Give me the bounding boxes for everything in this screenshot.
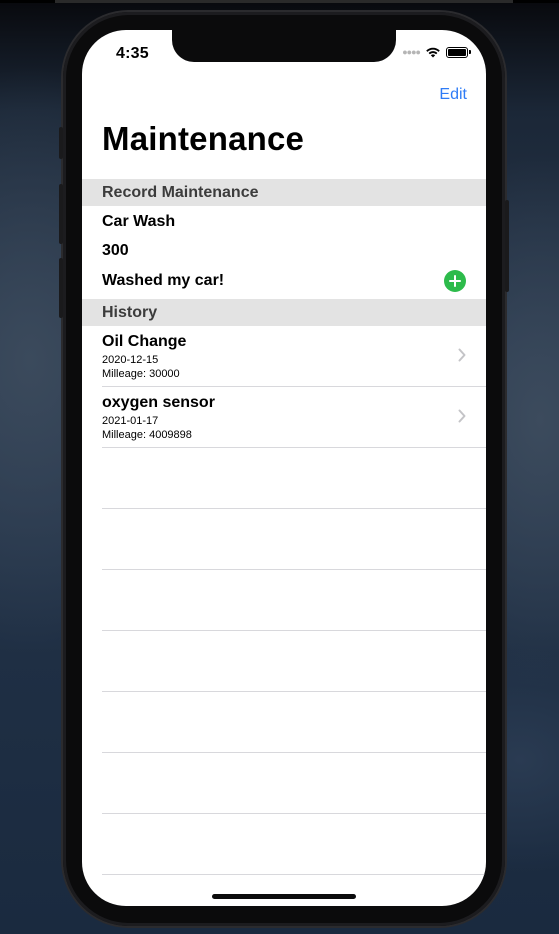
notes-field-row[interactable]: Washed my car! [102,267,466,295]
add-record-button[interactable] [444,270,466,292]
notch [172,30,396,62]
service-field[interactable]: Car Wash [102,213,175,231]
empty-row [102,570,486,631]
notes-field[interactable]: Washed my car! [102,272,224,290]
mute-switch [59,127,63,159]
edit-button[interactable]: Edit [439,86,467,104]
section-header-history-label: History [102,303,158,321]
mileage-field[interactable]: 300 [102,242,129,260]
empty-row [102,448,486,509]
section-header-record-label: Record Maintenance [102,183,259,201]
battery-icon [446,46,471,58]
history-item-mileage: Milleage: 30000 [102,368,180,380]
top-shadow-bar [55,0,513,3]
volume-down-button [59,258,63,318]
chevron-right-icon [458,348,466,362]
history-item-date: 2020-12-15 [102,354,159,366]
history-item-mileage: Milleage: 4009898 [102,429,192,441]
empty-row [102,753,486,814]
empty-row [102,814,486,875]
empty-row [102,692,486,753]
history-row[interactable]: oxygen sensor 2021-01-17 Milleage: 40098… [102,387,486,448]
empty-row [102,631,486,692]
page-title: Maintenance [102,120,305,157]
empty-row [102,509,486,570]
cellular-signal-icon: ●●●● [402,46,421,57]
history-item-title: oxygen sensor [102,394,215,411]
home-indicator[interactable] [212,894,356,899]
power-button [505,200,509,292]
service-field-row[interactable]: Car Wash [102,208,466,236]
iphone-frame: 4:35 ●●●● Edit Maintenance Record Mainte… [59,12,509,926]
status-icons: ●●●● [402,46,471,58]
history-item-date: 2021-01-17 [102,415,159,427]
volume-up-button [59,184,63,244]
section-header-history: History [82,299,486,326]
section-header-record: Record Maintenance [82,179,486,206]
phone-screen: 4:35 ●●●● Edit Maintenance Record Mainte… [82,30,486,906]
wifi-icon [426,47,440,58]
history-item-title: Oil Change [102,333,187,350]
mileage-field-row[interactable]: 300 [102,237,466,265]
status-time: 4:35 [116,45,149,62]
history-list: Oil Change 2020-12-15 Milleage: 30000 ox… [82,326,486,875]
chevron-right-icon [458,409,466,423]
history-row[interactable]: Oil Change 2020-12-15 Milleage: 30000 [102,326,486,387]
